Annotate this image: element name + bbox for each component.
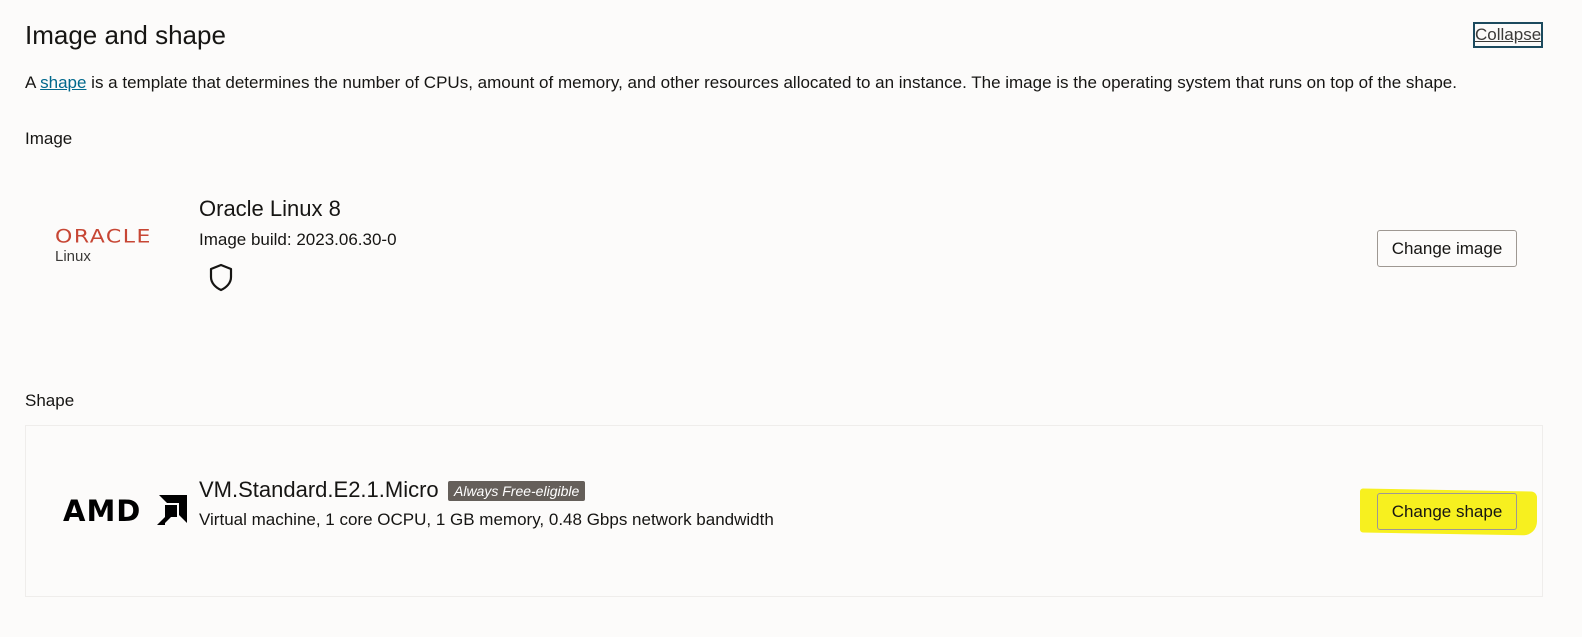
- intro-prefix: A: [25, 73, 41, 92]
- oracle-logo-word: ORACLE: [55, 226, 152, 248]
- intro-text: A shape is a template that determines th…: [25, 72, 1457, 94]
- section-title: Image and shape: [25, 20, 226, 50]
- shield-icon[interactable]: [208, 263, 234, 292]
- image-label: Image: [25, 129, 73, 148]
- amd-arrow-icon: [157, 495, 187, 525]
- collapse-button[interactable]: Collapse: [1473, 22, 1543, 48]
- oracle-linux-logo: ORACLE Linux: [55, 227, 175, 272]
- free-eligible-badge: Always Free-eligible: [448, 481, 586, 501]
- amd-logo: AMD: [63, 495, 188, 527]
- change-shape-button[interactable]: Change shape: [1377, 493, 1517, 530]
- change-image-button[interactable]: Change image: [1377, 230, 1517, 267]
- shape-help-link[interactable]: shape: [40, 73, 86, 92]
- shape-name: VM.Standard.E2.1.Micro: [199, 477, 439, 502]
- amd-logo-word: AMD: [63, 494, 142, 528]
- image-build: Image build: 2023.06.30-0: [199, 230, 397, 249]
- oracle-logo-sub: Linux: [55, 248, 91, 265]
- image-name: Oracle Linux 8: [199, 196, 341, 221]
- shape-label: Shape: [25, 391, 75, 410]
- intro-suffix: is a template that determines the number…: [86, 73, 1457, 92]
- shape-description: Virtual machine, 1 core OCPU, 1 GB memor…: [199, 510, 774, 529]
